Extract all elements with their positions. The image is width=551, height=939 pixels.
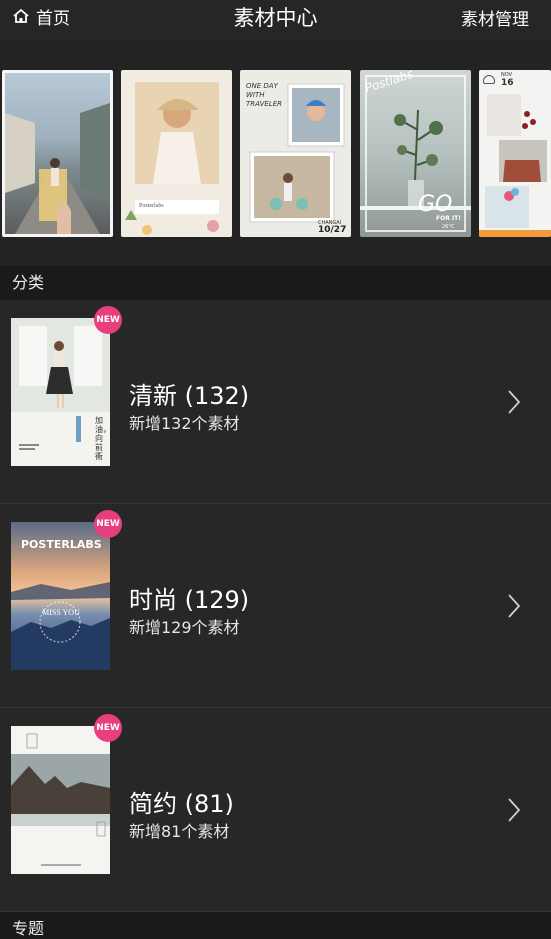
category-thumb: 加油，向前衝: [11, 318, 110, 466]
category-name: 简约 (81): [129, 790, 234, 818]
section-category: 分类: [0, 266, 551, 300]
banner-3-line-2: WITH: [246, 91, 265, 99]
banner-5[interactable]: NOV 16: [479, 70, 551, 237]
category-subtitle: 新增132个素材: [129, 414, 240, 433]
banner-4[interactable]: Postlabs GO FOR IT! 26°C: [360, 70, 471, 237]
category-thumb-text-2: MISS YOU: [42, 608, 80, 617]
weather-icon: [483, 75, 495, 84]
new-badge: NEW: [94, 714, 122, 742]
category-row-fashion[interactable]: POSTERLABS MISS YOU NEW 时尚 (129) 新增129个素…: [0, 504, 551, 708]
banner-4-big: GO: [418, 192, 453, 217]
chevron-right-icon: [508, 594, 521, 618]
section-topics: 专题: [0, 912, 551, 939]
new-badge: NEW: [94, 306, 122, 334]
banner-1[interactable]: [2, 70, 113, 237]
category-thumb: [11, 726, 110, 874]
category-name: 清新 (132): [129, 382, 250, 410]
category-row-fresh[interactable]: 加油，向前衝 NEW 清新 (132) 新增132个素材: [0, 300, 551, 504]
category-row-simple[interactable]: NEW 简约 (81) 新增81个素材: [0, 708, 551, 912]
banner-3-date: 10/27: [318, 225, 347, 235]
chevron-right-icon: [508, 390, 521, 414]
category-thumb: POSTERLABS MISS YOU: [11, 522, 110, 670]
category-thumb-text: POSTERLABS: [21, 538, 102, 551]
category-subtitle: 新增81个素材: [129, 822, 230, 841]
new-badge: NEW: [94, 510, 122, 538]
banner-3[interactable]: ONE DAY WITH TRAVELER CHANGAI 10/27: [240, 70, 351, 237]
banner-2[interactable]: Posterlabs: [121, 70, 232, 237]
manage-button[interactable]: 素材管理: [461, 5, 529, 30]
banner-4-tag: FOR IT!: [436, 215, 461, 222]
banner-3-line-3: TRAVELER: [246, 100, 282, 108]
banner-4-temp: 26°C: [442, 224, 455, 230]
category-name: 时尚 (129): [129, 586, 250, 614]
banner-2-caption: Posterlabs: [139, 203, 164, 209]
banner-5-day: 16: [501, 78, 514, 88]
category-subtitle: 新增129个素材: [129, 618, 240, 637]
top-bar: 首页 素材中心 素材管理: [0, 0, 551, 40]
category-thumb-text: 加油，向前衝: [95, 416, 110, 461]
banner-3-line-1: ONE DAY: [246, 82, 278, 90]
banner-carousel[interactable]: Posterlabs ONE DAY WITH TRAVELER CHANGAI…: [0, 40, 551, 266]
chevron-right-icon: [508, 798, 521, 822]
